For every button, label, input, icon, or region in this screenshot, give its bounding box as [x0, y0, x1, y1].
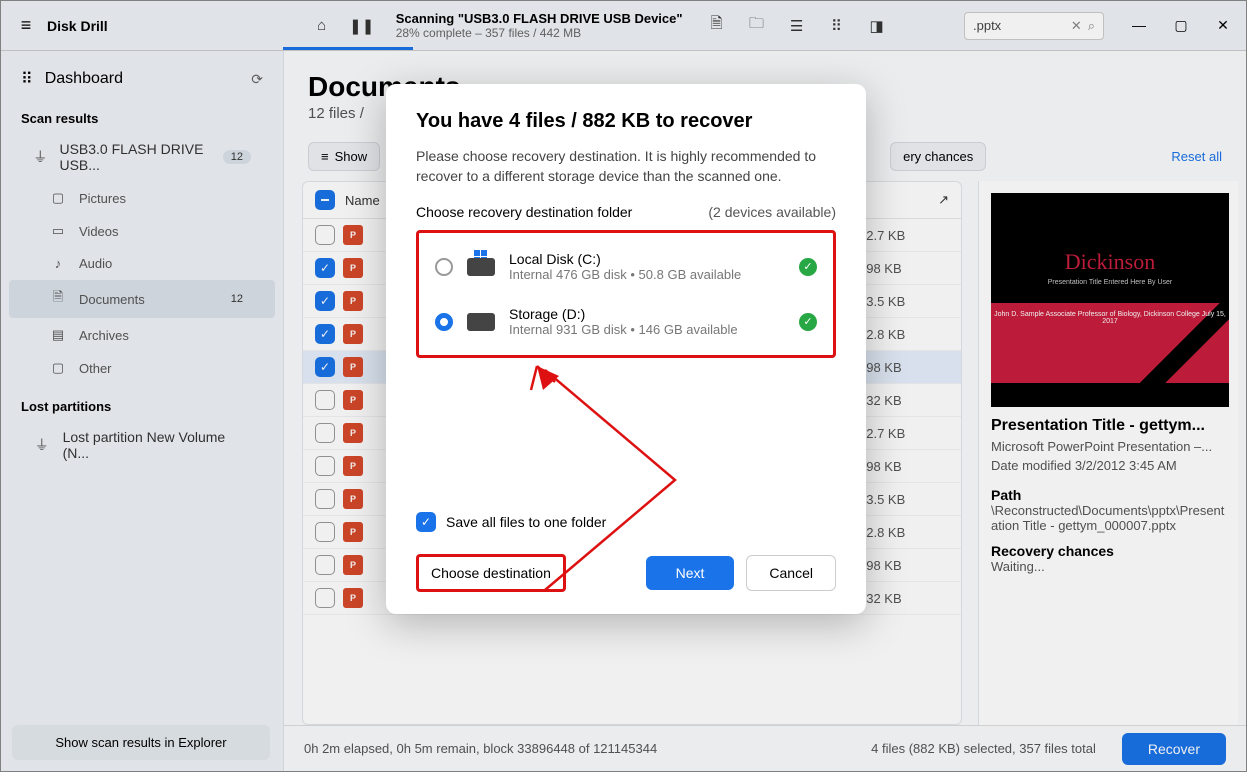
devices-available: (2 devices available) [708, 204, 836, 220]
checkbox-checked-icon[interactable]: ✓ [416, 512, 436, 532]
disk-name: Local Disk (C:) [509, 251, 785, 267]
next-button[interactable]: Next [646, 556, 735, 590]
disk-detail: Internal 476 GB disk • 50.8 GB available [509, 267, 785, 282]
disk-detail: Internal 931 GB disk • 146 GB available [509, 322, 785, 337]
disk-icon [467, 313, 495, 331]
disk-name: Storage (D:) [509, 306, 785, 322]
cancel-button[interactable]: Cancel [746, 555, 836, 591]
choose-destination-button[interactable]: Choose destination [416, 554, 566, 592]
radio-icon-selected[interactable] [435, 313, 453, 331]
save-all-row[interactable]: ✓ Save all files to one folder [416, 512, 836, 532]
modal-title: You have 4 files / 882 KB to recover [416, 110, 836, 133]
disk-option-d[interactable]: Storage (D:) Internal 931 GB disk • 146 … [429, 294, 823, 349]
dest-list-highlight: Local Disk (C:) Internal 476 GB disk • 5… [416, 230, 836, 358]
check-icon: ✓ [799, 258, 817, 276]
check-icon: ✓ [799, 313, 817, 331]
radio-icon[interactable] [435, 258, 453, 276]
modal-desc: Please choose recovery destination. It i… [416, 147, 836, 186]
dest-label: Choose recovery destination folder [416, 204, 632, 220]
disk-option-c[interactable]: Local Disk (C:) Internal 476 GB disk • 5… [429, 239, 823, 294]
recovery-destination-modal: You have 4 files / 882 KB to recover Ple… [386, 84, 866, 614]
disk-icon [467, 258, 495, 276]
